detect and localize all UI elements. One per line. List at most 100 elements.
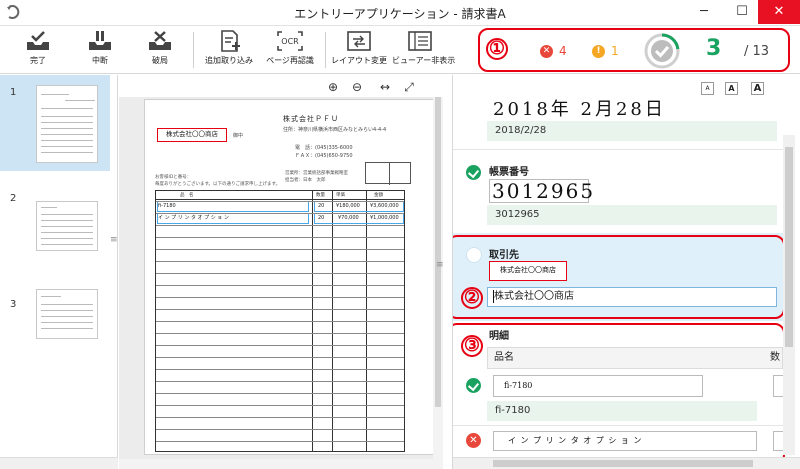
table-rule (156, 309, 404, 310)
interrupt-button[interactable]: 中断 (72, 28, 128, 72)
thumbnail-page-2[interactable]: 2 (0, 181, 110, 277)
fit-width-icon[interactable]: ↔ (377, 79, 393, 95)
table-rule (156, 261, 404, 262)
thumbnail-splitter-handle[interactable]: ≡ (110, 235, 118, 245)
table-rule (156, 345, 404, 346)
total-count: / 13 (744, 44, 770, 59)
entry-hscroll-thumb[interactable] (493, 460, 753, 467)
invoice-note: お客様IDと番号： 毎度ありがとうございます。以下の通りご請求申し上げます。 (155, 174, 280, 188)
error-icon: ✕ (540, 45, 553, 58)
thumbnail-page-3[interactable]: 3 (0, 287, 110, 383)
window-title: エントリーアプリケーション - 請求書A (294, 7, 506, 21)
table-rule (156, 201, 404, 202)
issuer-fax: ＦＡＸ：(045)650-9750 (295, 153, 353, 159)
thumbnail-panel: 1 2 3 ≡ (0, 75, 118, 469)
layout-change-label: レイアウト変更 (331, 56, 387, 65)
add-import-label: 追加取り込み (205, 56, 253, 65)
callout-1: ① (486, 38, 508, 60)
progress-ring-icon (644, 33, 680, 69)
add-import-button[interactable]: 追加取り込み (201, 28, 257, 72)
callout-2-frame (453, 235, 785, 319)
discard-button[interactable]: 破局 (132, 28, 188, 72)
page-add-icon (221, 30, 240, 52)
done-count: 3 (706, 36, 722, 61)
table-rule (156, 393, 404, 394)
toolbar-divider (325, 32, 326, 68)
table-rule (156, 249, 404, 250)
document-hscrollbar[interactable] (119, 459, 433, 469)
viewer-hide-label: ビューアー非表示 (392, 56, 456, 65)
table-rule (156, 237, 404, 238)
issuer-contact: 電 話：(045)335-6000 ＦＡＸ：(045)650-9750 (295, 144, 353, 160)
staff-line: 営業所：営業統括部事業戦略室 (285, 171, 348, 176)
warning-count[interactable]: 1 (611, 44, 619, 58)
table-rule (156, 405, 404, 406)
title-bar: エントリーアプリケーション - 請求書A ─ ☐ ✕ (0, 0, 800, 26)
document-viewer: ⊕ ⊖ ↔ ⤢ 株式会社ＰＦＵ 住所：神奈川県横浜市西区みなとみらい4-4-4 … (119, 75, 443, 469)
entry-panel: A A A 2018年 2月28日 2018/2/28 帳票番号 3012965… (452, 75, 800, 469)
discard-label: 破局 (152, 56, 168, 65)
stamp-box (365, 162, 411, 185)
tray-pause-icon (89, 31, 111, 50)
callout-3-frame (453, 323, 785, 465)
page-reorder-button[interactable]: OCR ページ再認識 (262, 28, 318, 72)
ocr-icon: OCR (277, 31, 303, 51)
client-highlight: 株式会社〇〇商店 (157, 128, 227, 142)
date-image: 2018年 2月28日 (493, 99, 666, 120)
ocr-badge: OCR (281, 37, 299, 46)
table-rule (156, 357, 404, 358)
table-rule (156, 213, 404, 214)
field-divider (453, 149, 783, 150)
entry-vscroll-thumb[interactable] (785, 147, 793, 347)
invoice-page: 株式会社ＰＦＵ 住所：神奈川県横浜市西区みなとみらい4-4-4 電 話：(045… (144, 99, 434, 455)
viewer-splitter-handle[interactable]: ≡ (436, 260, 444, 270)
maximize-button[interactable]: ☐ (722, 0, 762, 24)
layout-change-button[interactable]: レイアウト変更 (331, 28, 387, 72)
toolbar-divider (193, 32, 194, 68)
table-rule (156, 273, 404, 274)
fit-page-icon[interactable]: ⤢ (401, 79, 417, 95)
issuer-tel: 電 話：(045)335-6000 (295, 145, 353, 151)
invoice-table: 品 名 数量 単価 金額 fi-7180 20 ¥180,000 ¥3,600,… (155, 190, 405, 452)
font-small-button[interactable]: A (701, 82, 714, 95)
thumbnail-page-1[interactable]: 1 (0, 75, 110, 171)
table-rule (156, 297, 404, 298)
check-icon (466, 165, 481, 180)
error-count[interactable]: 4 (559, 44, 567, 58)
zoom-toolbar: ⊕ ⊖ ↔ ⤢ (119, 75, 443, 97)
status-panel: ① ✕ 4 ! 1 3 / 13 (478, 28, 790, 72)
viewer-hide-button[interactable]: ビューアー非表示 (392, 28, 456, 72)
callout-2: ② (461, 287, 483, 309)
font-medium-button[interactable]: A (725, 82, 738, 95)
row2-highlight (157, 213, 309, 224)
table-rule (156, 285, 404, 286)
note-line: 毎度ありがとうございます。以下の通りご請求申し上げます。 (155, 182, 281, 187)
thumbnail-page-number: 2 (10, 193, 17, 204)
issuer-company: 株式会社ＰＦＵ (283, 115, 339, 123)
col-item: 品 名 (180, 193, 194, 198)
thumbnail-page-number: 1 (10, 87, 17, 98)
page-reorder-label: ページ再認識 (266, 56, 314, 65)
close-button[interactable]: ✕ (758, 0, 800, 24)
minimize-button[interactable]: ─ (684, 0, 724, 24)
staff-line: 担当者：日本 太郎 (285, 178, 326, 183)
col-amount: 金額 (374, 193, 383, 198)
interrupt-label: 中断 (92, 56, 108, 65)
zoom-in-icon[interactable]: ⊕ (325, 79, 341, 95)
table-rule (156, 333, 404, 334)
thumbnail-hscrollbar[interactable] (0, 457, 118, 469)
table-rule (156, 417, 404, 418)
table-rule (156, 225, 404, 226)
date-value[interactable]: 2018/2/28 (487, 121, 777, 141)
zoom-out-icon[interactable]: ⊖ (349, 79, 365, 95)
document-vscrollbar[interactable] (433, 97, 443, 469)
staff-info: 営業所：営業統括部事業戦略室 担当者：日本 太郎 (285, 170, 348, 184)
row1-highlight (157, 201, 309, 212)
font-large-button[interactable]: A (751, 82, 764, 95)
col-price: 単価 (336, 193, 345, 198)
table-rule (156, 429, 404, 430)
complete-button[interactable]: 完了 (10, 28, 66, 72)
thumbnail-image (36, 201, 98, 251)
row2-values-highlight (314, 213, 404, 224)
doc-number-value[interactable]: 3012965 (487, 205, 777, 225)
